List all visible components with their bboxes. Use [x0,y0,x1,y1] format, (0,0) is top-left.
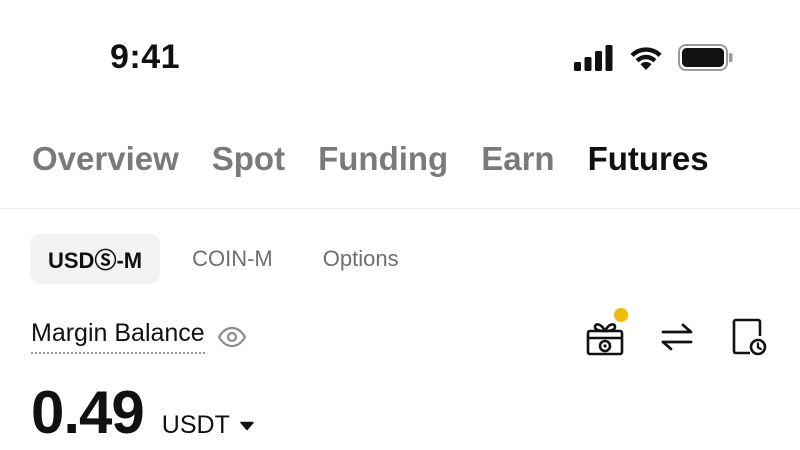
status-bar: 9:41 [0,0,800,120]
margin-balance-label[interactable]: Margin Balance [31,319,205,354]
transfer-button[interactable] [656,314,698,360]
sub-tab-coin-m[interactable]: COIN-M [174,234,291,284]
eye-icon[interactable] [217,326,247,348]
sub-tab-options[interactable]: Options [305,234,417,284]
wifi-icon [630,47,662,70]
balance-label-row: Margin Balance [31,319,247,354]
balance-amount: 0.49 [31,379,145,446]
history-button[interactable] [728,314,770,360]
gift-button[interactable] [584,308,628,360]
notification-dot [614,308,628,322]
sub-tab-usds-m[interactable]: USDⓈ-M [30,234,161,284]
main-tab-bar: Overview Spot Funding Earn Futures [32,140,709,178]
tab-earn[interactable]: Earn [481,140,554,178]
sub-tab-bar: USDⓈ-M COIN-M Options [30,234,417,284]
tab-funding[interactable]: Funding [318,140,448,178]
tab-overview[interactable]: Overview [32,140,179,178]
tab-divider [0,208,800,209]
currency-selector[interactable]: USDT [162,411,254,440]
gift-icon [586,323,624,356]
balance-actions [584,308,770,360]
tab-futures[interactable]: Futures [588,140,709,178]
battery-icon [678,44,733,71]
cellular-signal-icon [574,44,613,71]
tab-spot[interactable]: Spot [212,140,285,178]
history-icon [732,318,767,356]
currency-unit: USDT [161,411,230,439]
balance-amount-row: 0.49 USDT [31,378,254,447]
status-icons [574,44,734,71]
caret-down-icon [240,421,254,430]
status-time: 9:41 [110,38,181,76]
transfer-icon [661,323,693,351]
